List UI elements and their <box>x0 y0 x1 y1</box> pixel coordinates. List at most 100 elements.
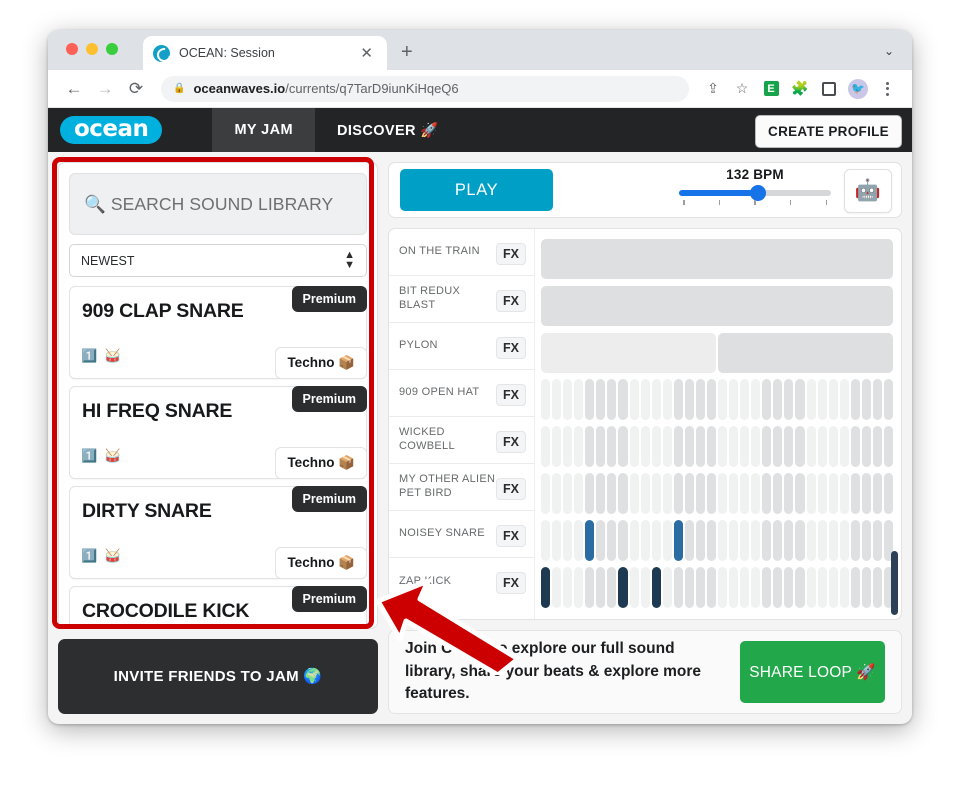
step-cell[interactable] <box>762 520 772 561</box>
step-cell[interactable] <box>718 379 728 420</box>
step-cell[interactable] <box>850 473 860 514</box>
step-cell[interactable] <box>839 520 849 561</box>
step-cell[interactable] <box>673 379 683 420</box>
step-cell[interactable] <box>850 567 860 608</box>
step-cell[interactable] <box>762 473 772 514</box>
step-cell[interactable] <box>762 379 772 420</box>
step-cell[interactable] <box>839 379 849 420</box>
close-window-button[interactable] <box>66 43 78 55</box>
step-cell[interactable] <box>629 379 639 420</box>
step-cell[interactable] <box>861 426 871 467</box>
sequencer-scrollbar[interactable] <box>891 551 898 615</box>
step-cell[interactable] <box>673 473 683 514</box>
step-cell[interactable] <box>729 520 739 561</box>
step-cell[interactable] <box>563 426 573 467</box>
step-cell[interactable] <box>574 379 584 420</box>
close-icon[interactable]: ✕ <box>356 44 377 63</box>
step-cell[interactable] <box>662 520 672 561</box>
track-row[interactable]: PYLON FX <box>389 323 534 370</box>
step-cell[interactable] <box>607 567 617 608</box>
window-controls[interactable] <box>66 43 118 55</box>
step-cell[interactable] <box>795 567 805 608</box>
step-cell[interactable] <box>850 426 860 467</box>
step-cell[interactable] <box>828 426 838 467</box>
step-cell[interactable] <box>662 567 672 608</box>
track-row[interactable]: ZAP KICK FX <box>389 558 534 605</box>
step-cell[interactable] <box>629 520 639 561</box>
bookmark-star-icon[interactable]: ☆ <box>729 76 755 102</box>
search-input[interactable]: 🔍 SEARCH SOUND LIBRARY <box>69 173 367 235</box>
list-item[interactable]: CROCODILE KICK Premium 1️⃣ 🥁 Techno 📦 <box>69 586 367 628</box>
step-cell[interactable] <box>795 379 805 420</box>
step-cell[interactable] <box>684 379 694 420</box>
bpm-slider[interactable] <box>679 185 831 205</box>
list-item[interactable]: 909 CLAP SNARE Premium 1️⃣ 🥁 Techno 📦 <box>69 286 367 379</box>
reload-button[interactable]: ⟳ <box>122 75 150 103</box>
step-cell[interactable] <box>695 520 705 561</box>
step-cell[interactable] <box>817 567 827 608</box>
fx-button[interactable]: FX <box>496 431 526 453</box>
step-cell[interactable] <box>806 379 816 420</box>
step-cell[interactable] <box>618 473 628 514</box>
step-cell[interactable] <box>651 520 661 561</box>
step-cell[interactable] <box>706 426 716 467</box>
step-cell[interactable] <box>839 567 849 608</box>
step-cell[interactable] <box>740 567 750 608</box>
step-cell[interactable] <box>773 426 783 467</box>
step-cell[interactable] <box>541 379 551 420</box>
step-cell[interactable] <box>795 520 805 561</box>
slider-thumb[interactable] <box>750 185 767 201</box>
step-cell[interactable] <box>839 426 849 467</box>
step-cell[interactable] <box>596 473 606 514</box>
step-cell[interactable] <box>718 567 728 608</box>
step-cell[interactable] <box>740 426 750 467</box>
step-cell[interactable] <box>828 567 838 608</box>
step-cell[interactable] <box>850 520 860 561</box>
step-cell[interactable] <box>640 473 650 514</box>
step-cell[interactable] <box>552 473 562 514</box>
ocean-logo[interactable]: ocean <box>60 115 163 145</box>
step-cell[interactable] <box>806 426 816 467</box>
step-cell[interactable] <box>861 473 871 514</box>
step-cell[interactable] <box>563 379 573 420</box>
step-cell[interactable] <box>695 473 705 514</box>
step-cell[interactable] <box>673 567 683 608</box>
fx-button[interactable]: FX <box>496 384 526 406</box>
step-cell[interactable] <box>828 520 838 561</box>
step-cell[interactable] <box>574 567 584 608</box>
step-cell[interactable] <box>585 520 595 561</box>
step-cell[interactable] <box>817 473 827 514</box>
step-cell[interactable] <box>751 426 761 467</box>
step-cell[interactable] <box>607 473 617 514</box>
step-cell[interactable] <box>684 473 694 514</box>
step-cell[interactable] <box>552 520 562 561</box>
tab-my-jam[interactable]: MY JAM <box>212 108 315 152</box>
browser-tab[interactable]: OCEAN: Session ✕ <box>143 36 387 70</box>
step-cell[interactable] <box>541 426 551 467</box>
genre-tag[interactable]: Techno 📦 <box>275 347 367 379</box>
clip-block[interactable] <box>541 285 893 326</box>
step-cell[interactable] <box>618 379 628 420</box>
chevron-down-icon[interactable]: ⌄ <box>884 44 894 58</box>
step-cell[interactable] <box>596 520 606 561</box>
step-cell[interactable] <box>828 473 838 514</box>
step-cell[interactable] <box>729 473 739 514</box>
tab-discover[interactable]: DISCOVER 🚀 <box>315 108 461 152</box>
step-cell[interactable] <box>574 426 584 467</box>
fx-button[interactable]: FX <box>496 290 526 312</box>
track-row[interactable]: MY OTHER ALIEN PET BIRD FX <box>389 464 534 511</box>
back-button[interactable]: ← <box>60 75 88 103</box>
clip-block[interactable] <box>718 332 893 373</box>
robot-button[interactable]: 🤖 <box>844 169 892 213</box>
fx-button[interactable]: FX <box>496 337 526 359</box>
step-cell[interactable] <box>706 567 716 608</box>
step-cell[interactable] <box>607 520 617 561</box>
list-item[interactable]: HI FREQ SNARE Premium 1️⃣ 🥁 Techno 📦 <box>69 386 367 479</box>
step-cell[interactable] <box>784 426 794 467</box>
step-cell[interactable] <box>883 426 893 467</box>
track-row[interactable]: 909 OPEN HAT FX <box>389 370 534 417</box>
play-button[interactable]: PLAY <box>400 169 553 211</box>
step-cell[interactable] <box>883 473 893 514</box>
step-cell[interactable] <box>695 426 705 467</box>
step-cell[interactable] <box>740 473 750 514</box>
